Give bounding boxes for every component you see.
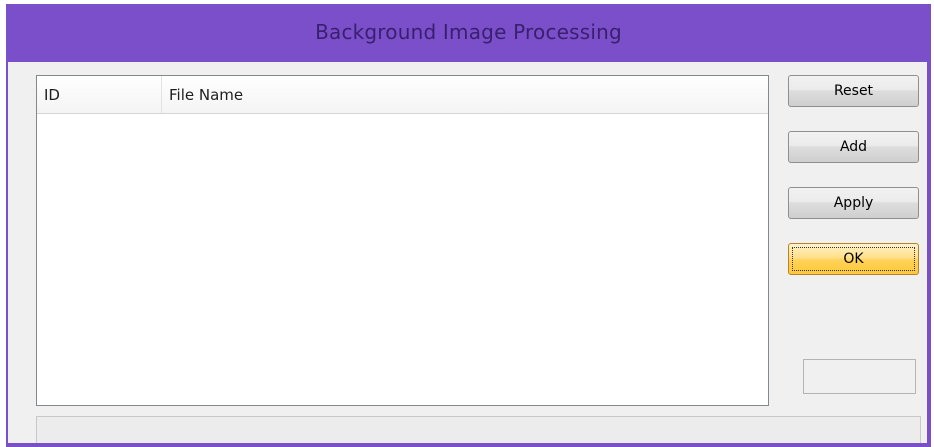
ok-button[interactable]: OK [788, 243, 919, 275]
list-header: ID File Name [37, 76, 768, 114]
column-header-id[interactable]: ID [37, 76, 162, 113]
dialog-client-area: ID File Name Reset Add Apply OK [8, 62, 927, 443]
column-header-file-name[interactable]: File Name [162, 76, 412, 113]
apply-button[interactable]: Apply [788, 187, 919, 219]
window-title: Background Image Processing [315, 19, 622, 44]
file-list-view[interactable]: ID File Name [36, 75, 769, 406]
empty-field-box [803, 359, 916, 394]
title-bar[interactable]: Background Image Processing [6, 4, 931, 62]
add-button[interactable]: Add [788, 131, 919, 163]
ok-button-label: OK [843, 251, 864, 267]
dialog-window: Background Image Processing ID File Name… [6, 4, 931, 447]
list-body[interactable] [37, 114, 768, 405]
reset-button[interactable]: Reset [788, 75, 919, 107]
status-bar [36, 416, 921, 443]
